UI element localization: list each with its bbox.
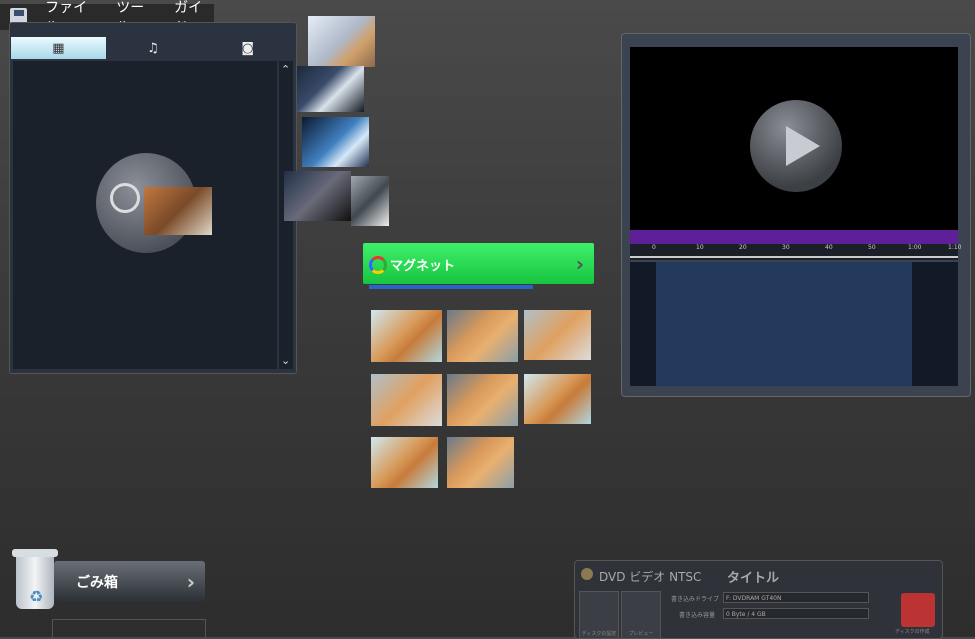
photo-thumbnail[interactable]	[371, 374, 442, 426]
disc-icon	[581, 568, 593, 580]
trash-button[interactable]: ごみ箱 ›	[54, 561, 205, 603]
film-icon: ▦	[52, 40, 65, 56]
tab-video[interactable]: ▦	[11, 37, 106, 59]
media-thumbnail	[144, 187, 212, 235]
trash-body: ♻	[16, 557, 54, 609]
scroll-up-icon[interactable]: ⌃	[281, 63, 290, 76]
chevron-right-icon: ›	[186, 570, 195, 594]
disc-preview-caption: プレビュー	[628, 631, 654, 637]
trash-can-icon[interactable]: ♻	[12, 543, 58, 609]
disc-preview-button[interactable]: プレビュー	[621, 591, 661, 639]
photo-thumbnail[interactable]	[447, 437, 514, 488]
floating-photo[interactable]	[308, 16, 375, 67]
disc-settings-caption: ディスクの設定	[581, 631, 617, 637]
create-disc-caption: ディスクの作成	[895, 629, 930, 635]
tab-photo[interactable]: ◙	[200, 37, 295, 59]
play-icon	[786, 126, 820, 166]
chevron-right-icon: ›	[575, 252, 584, 276]
music-icon: ♫	[147, 40, 159, 56]
ruler-tick-label: 50	[868, 244, 876, 251]
magnet-label: マグネット	[390, 259, 456, 274]
photo-thumbnail[interactable]	[447, 310, 518, 362]
photo-thumbnail[interactable]	[447, 374, 518, 426]
photo-thumbnail[interactable]	[371, 310, 442, 362]
timeline-track[interactable]	[630, 262, 958, 386]
scroll-down-icon[interactable]: ⌄	[281, 354, 290, 367]
photo-thumbnail[interactable]	[524, 374, 591, 424]
ruler-tick-label: 1:10	[948, 244, 962, 251]
status-box	[52, 619, 206, 638]
ruler-tick-label: 10	[696, 244, 704, 251]
disc-format: DVD ビデオ NTSC	[599, 570, 702, 584]
preview-panel: 0 10 20 30 40 50 1:00 1:10	[621, 33, 971, 397]
timeline-ruler[interactable]: 0 10 20 30 40 50 1:00 1:10	[630, 244, 962, 260]
preview-screen[interactable]	[630, 47, 958, 230]
ruler-tick-label: 20	[739, 244, 747, 251]
media-list[interactable]	[13, 61, 277, 369]
magnifier-icon	[110, 183, 140, 213]
magnet-button[interactable]: マグネット ›	[363, 243, 594, 289]
play-button[interactable]	[750, 100, 842, 192]
floating-photo[interactable]	[284, 171, 351, 221]
timeline-clip[interactable]	[656, 262, 912, 386]
capacity-field: 0 Byte / 4 GB	[723, 608, 869, 619]
browse-media-icon[interactable]	[96, 153, 212, 253]
floating-photo[interactable]	[302, 117, 369, 167]
photo-thumbnail[interactable]	[371, 437, 438, 488]
trash-lid	[12, 549, 58, 557]
tab-music[interactable]: ♫	[106, 37, 201, 59]
trash-label: ごみ箱	[76, 575, 118, 591]
ruler-tick-label: 30	[782, 244, 790, 251]
magnet-icon	[369, 256, 387, 274]
floating-photo[interactable]	[351, 176, 389, 226]
drive-select[interactable]: F: DVDRAM GT40N	[723, 592, 869, 603]
timeline-header	[630, 230, 958, 244]
ruler-tick-label: 0	[652, 244, 656, 251]
camera-icon: ◙	[241, 40, 254, 56]
media-panel: ▦ ♫ ◙ ⌃ ⌄	[9, 22, 297, 374]
create-disc-button[interactable]	[901, 593, 935, 627]
disc-settings-button[interactable]: ディスクの設定	[579, 591, 619, 639]
magnet-progress-bar	[369, 285, 533, 289]
capacity-label: 書き込み容量	[679, 612, 716, 619]
disc-burn-panel: DVD ビデオ NTSC タイトル ディスクの設定 プレビュー 書き込みドライブ…	[574, 560, 943, 639]
media-tabs: ▦ ♫ ◙	[11, 37, 295, 59]
disc-title[interactable]: タイトル	[727, 567, 779, 586]
ruler-line	[630, 256, 958, 258]
ruler-tick-label: 1:00	[908, 244, 922, 251]
ruler-tick-label: 40	[825, 244, 833, 251]
photo-thumbnail[interactable]	[524, 310, 591, 360]
floating-photo[interactable]	[297, 66, 364, 112]
recycle-icon: ♻	[29, 587, 44, 606]
drive-label: 書き込みドライブ	[671, 596, 720, 603]
